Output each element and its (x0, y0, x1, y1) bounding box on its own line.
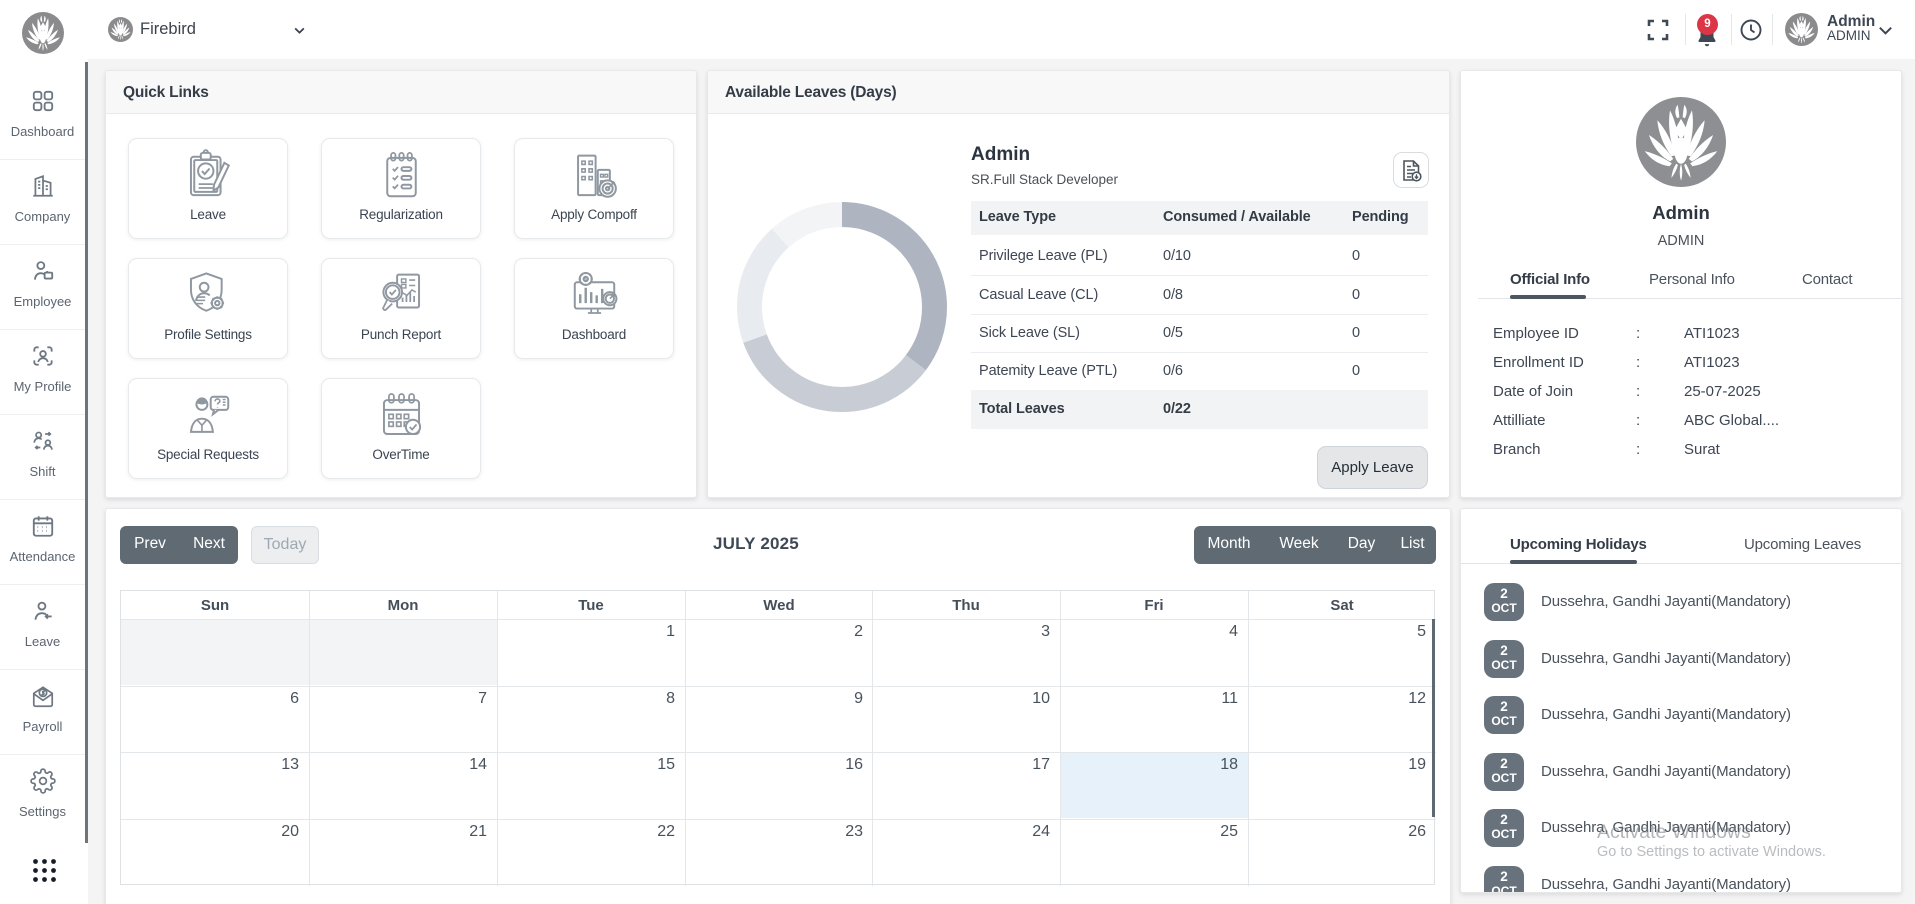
svg-text:$: $ (583, 275, 587, 283)
